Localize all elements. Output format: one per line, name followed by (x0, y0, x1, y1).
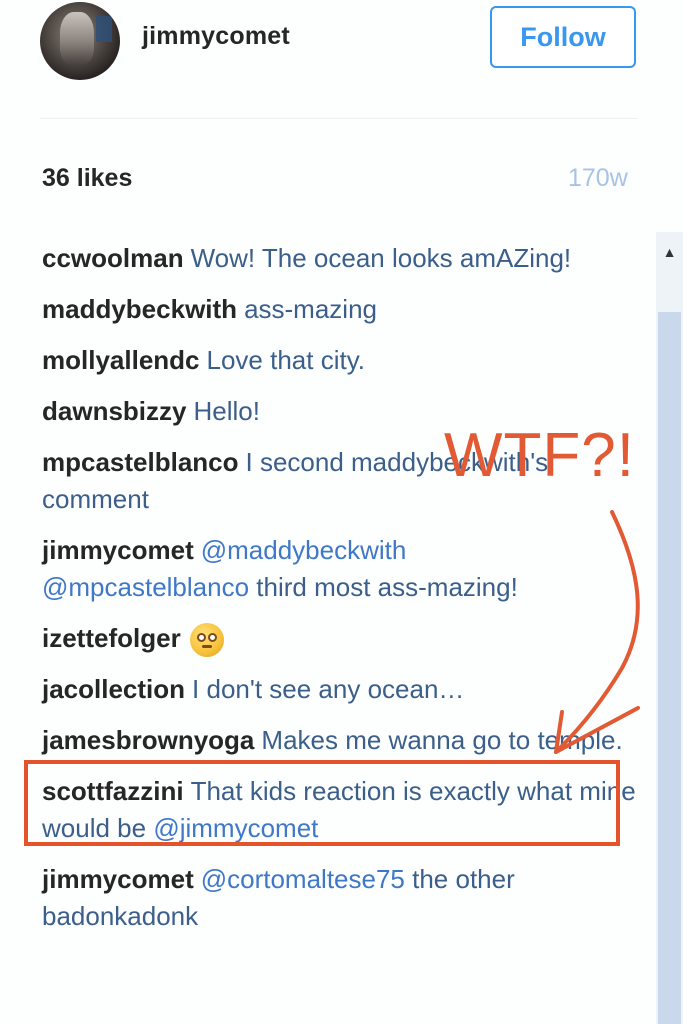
comment-username[interactable]: dawnsbizzy (42, 396, 186, 426)
comment-username[interactable]: mpcastelblanco (42, 447, 239, 477)
comment-username[interactable]: jamesbrownyoga (42, 725, 254, 755)
post-header: jimmycomet Follow (0, 0, 683, 118)
comment-text: third most ass-mazing! (256, 572, 518, 602)
comment-username[interactable]: maddybeckwith (42, 294, 237, 324)
comment-username[interactable]: mollyallendc (42, 345, 200, 375)
comment-text: ass-mazing (244, 294, 377, 324)
comment-item: izettefolger (42, 620, 642, 658)
post-age[interactable]: 170w (568, 164, 628, 193)
comment-text: Wow! The ocean looks amAZing! (190, 243, 572, 273)
comment-item: jimmycomet @maddybeckwith @mpcastelblanco … (42, 532, 642, 606)
comment-text: Makes me wanna go to temple. (261, 725, 623, 756)
scrollbar-thumb[interactable] (658, 312, 681, 1024)
comment-item: maddybeckwith ass-mazing (42, 291, 642, 328)
header-divider (40, 118, 638, 119)
avatar[interactable] (40, 2, 120, 80)
avatar-background (96, 16, 112, 42)
comment-item-highlighted: jamesbrownyoga Makes me wanna go to templ… (42, 722, 642, 759)
comment-text: Hello! (193, 396, 260, 426)
post-comments-panel: jimmycomet Follow 36 likes 170w ccwoolma… (0, 0, 683, 1024)
comment-username[interactable]: jimmycomet (42, 535, 194, 565)
comment-text: Love that city. (206, 345, 366, 375)
comment-username[interactable]: ccwoolman (42, 243, 184, 273)
flushed-face-emoji-icon (189, 623, 224, 658)
scrollbar[interactable]: ▲ (656, 232, 683, 1024)
comment-text: I don't see any ocean… (192, 674, 465, 705)
comment-mention[interactable]: @maddybeckwith (201, 535, 407, 565)
comment-item: ccwoolman Wow! The ocean looks amAZing! (42, 240, 642, 277)
comment-mention[interactable]: @mpcastelblanco (42, 572, 249, 602)
comment-username[interactable]: jimmycomet (42, 864, 194, 894)
comment-username[interactable]: jacollection (42, 674, 185, 704)
highlight-box (24, 760, 620, 846)
comment-username[interactable]: izettefolger (42, 623, 181, 653)
avatar-figure (60, 12, 94, 64)
annotation-text: WTF?! (444, 421, 635, 490)
comment-item: jacollection I don't see any ocean… (42, 671, 642, 708)
scroll-up-arrow-icon[interactable]: ▲ (656, 232, 683, 272)
likes-count[interactable]: 36 likes (42, 164, 132, 193)
comment-item: jimmycomet @cortomaltese75 the other bado… (42, 861, 642, 935)
comment-mention[interactable]: @cortomaltese75 (201, 864, 405, 894)
header-username[interactable]: jimmycomet (142, 22, 290, 51)
comment-item: mollyallendc Love that city. (42, 342, 642, 379)
follow-button[interactable]: Follow (490, 6, 636, 68)
